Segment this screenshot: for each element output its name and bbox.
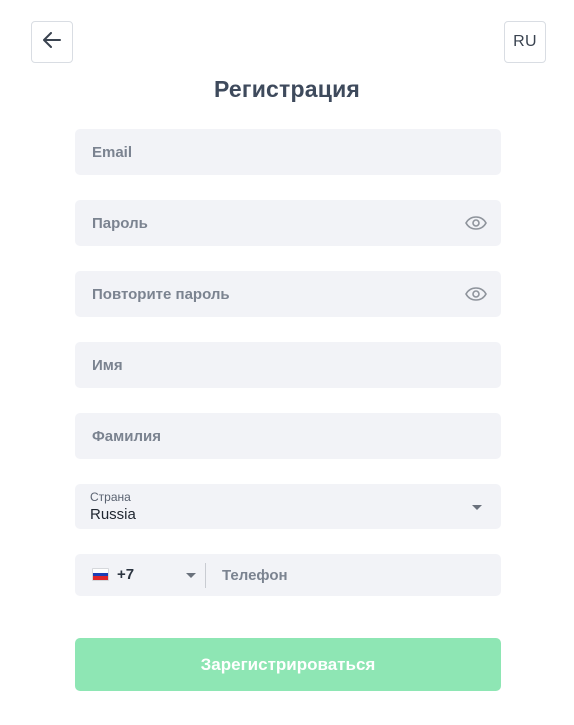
email-field[interactable]: [92, 143, 487, 161]
chevron-down-icon[interactable]: [186, 573, 196, 578]
password-repeat-field[interactable]: [92, 285, 465, 303]
registration-page: RU Регистрация Страна Russia: [0, 0, 574, 725]
divider: [205, 563, 206, 588]
last-name-field[interactable]: [92, 427, 487, 445]
phone-input[interactable]: [222, 564, 482, 586]
language-switcher[interactable]: RU: [504, 21, 546, 63]
arrow-left-icon: [43, 31, 61, 53]
password-field-wrapper: [75, 200, 501, 246]
chevron-down-icon: [472, 505, 482, 510]
page-title: Регистрация: [213, 76, 361, 102]
phone-field-wrapper: +7: [75, 554, 501, 596]
first-name-field-wrapper: [75, 342, 501, 388]
country-value: Russia: [90, 506, 136, 523]
eye-icon[interactable]: [465, 287, 487, 301]
dial-code[interactable]: +7: [117, 566, 134, 583]
country-select[interactable]: Страна Russia: [75, 484, 501, 529]
password-field[interactable]: [92, 214, 465, 232]
back-button[interactable]: [31, 21, 73, 63]
russia-flag-icon[interactable]: [92, 568, 109, 581]
register-button[interactable]: Зарегистрироваться: [75, 638, 501, 691]
first-name-field[interactable]: [92, 356, 487, 374]
password-repeat-field-wrapper: [75, 271, 501, 317]
email-field-wrapper: [75, 129, 501, 175]
country-label: Страна: [90, 490, 131, 504]
eye-icon[interactable]: [465, 216, 487, 230]
last-name-field-wrapper: [75, 413, 501, 459]
